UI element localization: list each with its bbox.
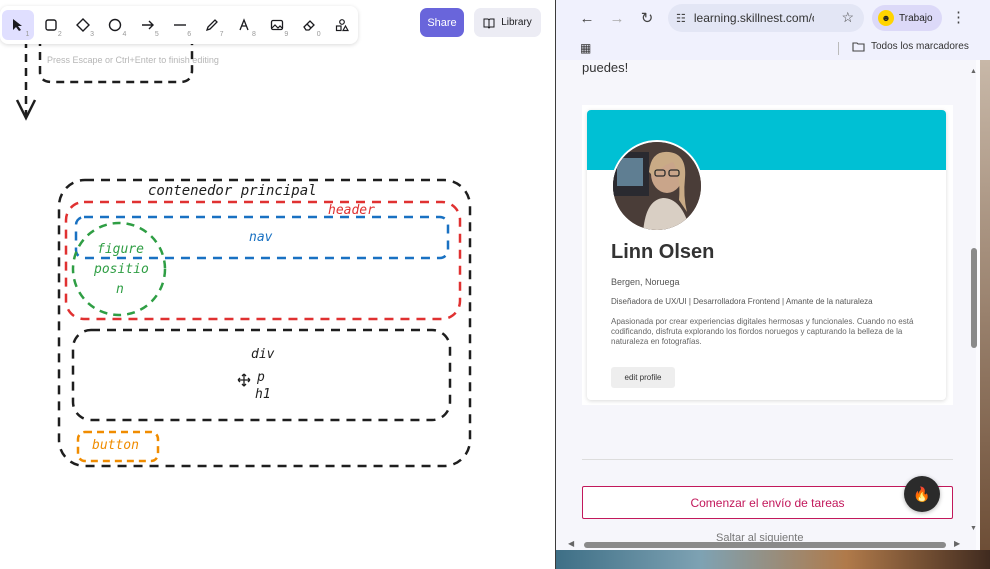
arrow-tool[interactable]: 5 — [131, 10, 163, 40]
eraser-icon — [303, 20, 316, 31]
fire-fab-button[interactable]: 🔥 — [904, 476, 940, 512]
shortcut-key: 0 — [316, 31, 321, 38]
profile-bio: Apasionada por crear experiencias digita… — [611, 317, 914, 346]
text-tool[interactable]: 8 — [229, 10, 261, 40]
all-bookmarks-label: Todos los marcadores — [871, 41, 969, 52]
label-figure-line3[interactable]: n — [116, 282, 124, 297]
label-contenedor[interactable]: contenedor principal — [148, 183, 317, 199]
vertical-scrollbar[interactable]: ▲ ▼ — [969, 66, 979, 536]
profile-location: Bergen, Noruega — [611, 277, 680, 287]
more-shapes-tool[interactable] — [326, 10, 358, 40]
desktop-background-bottom — [556, 550, 990, 569]
desktop-background — [980, 60, 990, 569]
library-button[interactable]: Library — [474, 8, 541, 37]
profile-label: Trabajo — [899, 12, 933, 24]
editing-hint: Press Escape or Ctrl+Enter to finish edi… — [47, 55, 219, 65]
all-bookmarks-item[interactable]: Todos los marcadores — [852, 41, 969, 52]
shortcut-key: 9 — [284, 31, 289, 38]
image-tool[interactable]: 9 — [261, 10, 293, 40]
label-h1[interactable]: h1 — [255, 387, 271, 402]
move-cursor-icon — [237, 373, 251, 387]
scroll-left-icon[interactable]: ◀ — [568, 539, 574, 548]
fire-icon: 🔥 — [913, 485, 931, 502]
intro-text: puedes! — [582, 60, 629, 75]
apps-grid-icon[interactable]: ▦ — [580, 41, 591, 55]
folder-icon — [852, 42, 865, 52]
diamond-tool[interactable]: 3 — [67, 10, 99, 40]
shortcut-key: 7 — [219, 31, 224, 38]
shortcut-key: 3 — [90, 31, 95, 38]
profile-card: Linn Olsen Bergen, Noruega Diseñadora de… — [587, 110, 946, 400]
image-icon — [270, 19, 284, 31]
browser-window: ← → ↻ ☷ learning.skillnest.com/c... ☆ ☻ … — [555, 0, 990, 569]
bookmarks-separator — [838, 42, 839, 55]
selection-tool[interactable]: 1 — [2, 10, 35, 40]
shapes-icon — [335, 19, 349, 32]
forward-icon[interactable]: → — [602, 3, 632, 33]
draw-tool[interactable]: 7 — [196, 10, 228, 40]
pencil-icon — [206, 19, 219, 32]
shortcut-key: 1 — [25, 31, 30, 38]
profile-name: Linn Olsen — [611, 241, 715, 263]
scroll-right-icon[interactable]: ▶ — [954, 539, 960, 548]
pointer-icon — [13, 19, 23, 31]
label-figure-line2[interactable]: positio — [94, 262, 149, 277]
eraser-tool[interactable]: 0 — [293, 10, 325, 40]
browser-toolbar: ← → ↻ ☷ learning.skillnest.com/c... ☆ ☻ … — [556, 0, 990, 36]
diamond-icon — [75, 18, 90, 32]
profile-avatar-icon: ☻ — [878, 10, 894, 26]
rectangle-icon — [44, 19, 57, 31]
label-nav[interactable]: nav — [249, 230, 272, 245]
label-figure-line1[interactable]: figure — [97, 242, 144, 257]
address-bar[interactable]: ☷ learning.skillnest.com/c... ☆ — [668, 4, 864, 32]
shortcut-key: 6 — [187, 31, 192, 38]
profile-role: Diseñadora de UX/UI | Desarrolladora Fro… — [611, 297, 873, 306]
profile-button[interactable]: ☻ Trabajo — [872, 5, 942, 31]
ellipse-icon — [109, 18, 122, 32]
rectangle-tool[interactable]: 2 — [34, 10, 66, 40]
shortcut-key: 2 — [57, 31, 62, 38]
shortcut-key: 8 — [251, 31, 256, 38]
toolbar: 1 2 3 4 5 6 7 8 9 0 — [0, 6, 358, 44]
book-icon — [483, 18, 495, 29]
screen: contenedor principal header nav figure p… — [0, 0, 990, 569]
bookmark-star-icon[interactable]: ☆ — [841, 9, 854, 26]
avatar-photo — [613, 142, 701, 230]
site-info-icon[interactable]: ☷ — [676, 12, 686, 25]
horizontal-scroll-thumb[interactable] — [584, 542, 946, 548]
avatar — [611, 140, 703, 232]
label-p[interactable]: p — [257, 370, 265, 385]
line-icon — [173, 24, 186, 26]
scroll-down-icon[interactable]: ▼ — [970, 525, 977, 532]
share-button[interactable]: Share — [420, 8, 464, 37]
whiteboard-canvas[interactable]: contenedor principal header nav figure p… — [0, 0, 555, 569]
label-header[interactable]: header — [328, 203, 375, 218]
back-icon[interactable]: ← — [572, 3, 602, 33]
header-shape — [64, 200, 462, 321]
label-div[interactable]: div — [251, 347, 274, 362]
label-button[interactable]: button — [92, 438, 139, 453]
edit-profile-button[interactable]: edit profile — [611, 367, 675, 388]
ellipse-tool[interactable]: 4 — [99, 10, 131, 40]
library-label: Library — [501, 17, 532, 28]
page-content: puedes! Linn Olsen Bergen, Noruega Diseñ… — [556, 60, 976, 550]
url-text: learning.skillnest.com/c... — [693, 11, 814, 25]
container-shape — [57, 178, 472, 468]
vertical-scroll-thumb[interactable] — [971, 248, 977, 348]
bookmarks-bar: ▦ Todos los marcadores — [556, 36, 990, 60]
section-divider — [582, 459, 953, 460]
menu-kebab-icon[interactable]: ⋮ — [951, 8, 966, 26]
horizontal-scrollbar[interactable]: ◀ ▶ — [566, 539, 971, 549]
line-tool[interactable]: 6 — [164, 10, 196, 40]
scroll-up-icon[interactable]: ▲ — [970, 68, 977, 75]
sketch-shapes — [15, 10, 472, 468]
text-icon — [239, 18, 249, 31]
reload-icon[interactable]: ↻ — [632, 3, 662, 33]
shortcut-key: 4 — [122, 31, 127, 38]
shortcut-key: 5 — [154, 31, 159, 38]
start-tasks-button[interactable]: Comenzar el envío de tareas — [582, 486, 953, 519]
arrow-right-icon — [141, 20, 154, 30]
